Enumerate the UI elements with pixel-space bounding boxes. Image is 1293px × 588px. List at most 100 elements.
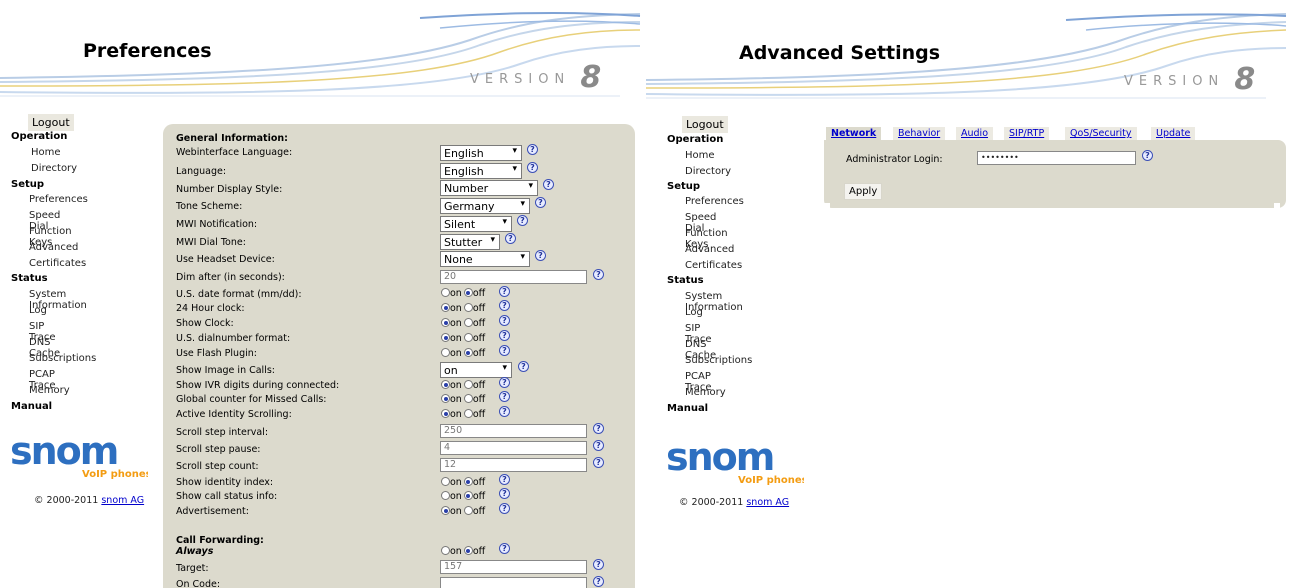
sidebar-item-memory[interactable]: Memory: [29, 385, 70, 396]
help-icon[interactable]: ?: [499, 503, 510, 514]
show-call-status-info-radio[interactable]: on off: [441, 490, 487, 502]
sidebar-item-memory[interactable]: Memory: [685, 387, 726, 398]
global-counter-missed-radio[interactable]: on off: [441, 393, 487, 405]
us-dialnumber-format-radio[interactable]: on off: [441, 332, 487, 344]
mwi-notification-select[interactable]: Silent ▾: [440, 216, 512, 232]
use-flash-plugin-radio[interactable]: on off: [441, 347, 487, 359]
always-radio[interactable]: on off: [441, 545, 487, 557]
radio-on[interactable]: [441, 288, 450, 297]
webinterface-language-select[interactable]: English ▾: [440, 145, 522, 161]
tab-network[interactable]: Network: [826, 127, 882, 141]
radio-off[interactable]: [463, 380, 473, 389]
dim-after-input[interactable]: 20: [440, 270, 587, 284]
tab-update[interactable]: Update: [1151, 127, 1196, 141]
help-icon[interactable]: ?: [593, 423, 604, 434]
radio-off[interactable]: [463, 409, 473, 418]
sidebar-item-home[interactable]: Home: [685, 150, 715, 161]
target-input[interactable]: 157: [440, 560, 587, 574]
sidebar-item-directory[interactable]: Directory: [685, 166, 731, 177]
sidebar-item-advanced[interactable]: Advanced: [685, 244, 734, 255]
radio-off[interactable]: [463, 546, 473, 555]
administrator-login-input[interactable]: ••••••••: [977, 151, 1136, 165]
show-clock-radio[interactable]: on off: [441, 317, 487, 329]
help-icon[interactable]: ?: [499, 377, 510, 388]
radio-on[interactable]: [441, 506, 450, 515]
radio-on[interactable]: [441, 477, 450, 486]
advertisement-radio[interactable]: on off: [441, 505, 487, 517]
help-icon[interactable]: ?: [499, 330, 510, 341]
help-icon[interactable]: ?: [499, 474, 510, 485]
nav-heading-manual[interactable]: Manual: [11, 401, 52, 412]
help-icon[interactable]: ?: [593, 269, 604, 280]
radio-off[interactable]: [463, 477, 473, 486]
help-icon[interactable]: ?: [499, 488, 510, 499]
radio-on[interactable]: [441, 546, 450, 555]
help-icon[interactable]: ?: [505, 233, 516, 244]
radio-off[interactable]: [463, 288, 473, 297]
help-icon[interactable]: ?: [593, 576, 604, 587]
tab-qos-security[interactable]: QoS/Security: [1065, 127, 1137, 141]
help-icon[interactable]: ?: [518, 361, 529, 372]
help-icon[interactable]: ?: [593, 440, 604, 451]
scroll-step-pause-input[interactable]: 4: [440, 441, 587, 455]
logout-button[interactable]: Logout: [682, 116, 728, 133]
24-hour-clock-radio[interactable]: on off: [441, 302, 487, 314]
help-icon[interactable]: ?: [1142, 150, 1153, 161]
tab-sip-rtp[interactable]: SIP/RTP: [1004, 127, 1050, 141]
sidebar-item-subscriptions[interactable]: Subscriptions: [29, 353, 96, 364]
help-icon[interactable]: ?: [499, 300, 510, 311]
snom-ag-link[interactable]: snom AG: [746, 497, 789, 508]
radio-on[interactable]: [441, 380, 450, 389]
help-icon[interactable]: ?: [517, 215, 528, 226]
help-icon[interactable]: ?: [593, 559, 604, 570]
radio-off[interactable]: [463, 506, 473, 515]
sidebar-item-subscriptions[interactable]: Subscriptions: [685, 355, 752, 366]
sidebar-item-home[interactable]: Home: [31, 147, 61, 158]
active-identity-scrolling-radio[interactable]: on off: [441, 408, 487, 420]
help-icon[interactable]: ?: [499, 345, 510, 356]
radio-off[interactable]: [463, 333, 473, 342]
us-date-format-radio[interactable]: on off: [441, 287, 487, 299]
help-icon[interactable]: ?: [499, 543, 510, 554]
help-icon[interactable]: ?: [535, 197, 546, 208]
sidebar-item-certificates[interactable]: Certificates: [685, 260, 742, 271]
radio-on[interactable]: [441, 333, 450, 342]
sidebar-item-preferences[interactable]: Preferences: [685, 196, 744, 207]
help-icon[interactable]: ?: [499, 315, 510, 326]
scroll-step-interval-input[interactable]: 250: [440, 424, 587, 438]
radio-off[interactable]: [463, 491, 473, 500]
help-icon[interactable]: ?: [527, 162, 538, 173]
radio-off[interactable]: [463, 318, 473, 327]
tone-scheme-select[interactable]: Germany ▾: [440, 198, 530, 214]
snom-ag-link[interactable]: snom AG: [101, 495, 144, 506]
language-select[interactable]: English ▾: [440, 163, 522, 179]
help-icon[interactable]: ?: [593, 457, 604, 468]
scroll-step-count-input[interactable]: 12: [440, 458, 587, 472]
radio-on[interactable]: [441, 303, 450, 312]
radio-on[interactable]: [441, 348, 450, 357]
sidebar-item-log[interactable]: Log: [29, 305, 47, 316]
help-icon[interactable]: ?: [535, 250, 546, 261]
radio-on[interactable]: [441, 394, 450, 403]
radio-off[interactable]: [463, 348, 473, 357]
radio-on[interactable]: [441, 491, 450, 500]
show-ivr-digits-radio[interactable]: on off: [441, 379, 487, 391]
help-icon[interactable]: ?: [499, 286, 510, 297]
number-display-style-select[interactable]: Number ▾: [440, 180, 538, 196]
sidebar-item-certificates[interactable]: Certificates: [29, 258, 86, 269]
show-image-in-calls-select[interactable]: on ▾: [440, 362, 512, 378]
radio-on[interactable]: [441, 318, 450, 327]
logout-button[interactable]: Logout: [28, 114, 74, 131]
radio-off[interactable]: [463, 394, 473, 403]
show-identity-index-radio[interactable]: on off: [441, 476, 487, 488]
use-headset-device-select[interactable]: None ▾: [440, 251, 530, 267]
sidebar-item-advanced[interactable]: Advanced: [29, 242, 78, 253]
nav-heading-manual[interactable]: Manual: [667, 403, 708, 414]
help-icon[interactable]: ?: [499, 391, 510, 402]
sidebar-item-log[interactable]: Log: [685, 307, 703, 318]
tab-behavior[interactable]: Behavior: [893, 127, 946, 141]
help-icon[interactable]: ?: [499, 406, 510, 417]
mwi-dial-tone-select[interactable]: Stutter ▾: [440, 234, 500, 250]
radio-on[interactable]: [441, 409, 450, 418]
radio-off[interactable]: [463, 303, 473, 312]
